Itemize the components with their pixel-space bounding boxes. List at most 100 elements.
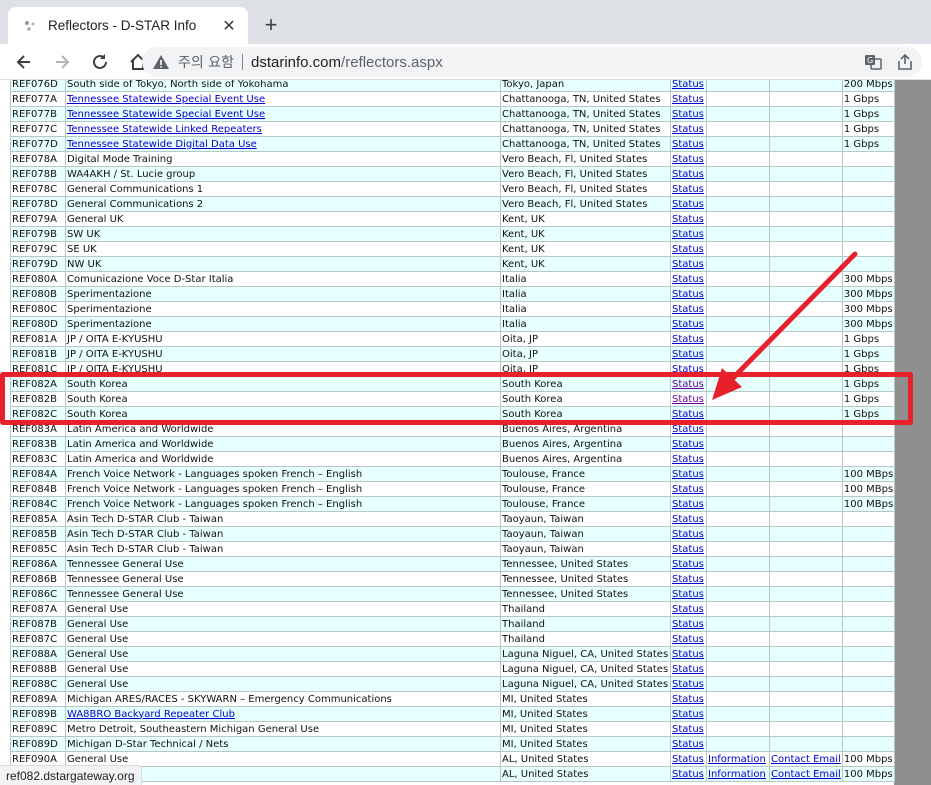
status-link[interactable]: Status (672, 184, 704, 195)
status-link[interactable]: Status (672, 109, 704, 120)
reflector-id: REF077C (10, 121, 66, 137)
reflector-description: Tennessee Statewide Special Event Use (65, 106, 501, 122)
contact-email (769, 556, 843, 572)
status-link[interactable]: Status (672, 169, 704, 180)
status-link[interactable]: Status (672, 364, 704, 375)
status-bar-url: ref082.dstargateway.org (0, 765, 142, 785)
status-link[interactable]: Status (672, 544, 704, 555)
status-link[interactable]: Status (672, 409, 704, 420)
url-text[interactable]: dstarinfo.com/reflectors.aspx (251, 54, 443, 71)
status-link[interactable]: Status (672, 724, 704, 735)
information-link[interactable]: Information (708, 754, 766, 765)
contact-email-link[interactable]: Contact Email (771, 754, 841, 765)
status: Status (670, 631, 707, 647)
status-link[interactable]: Status (672, 259, 704, 270)
table-row: REF079B SW UK Kent, UK Status (10, 226, 896, 242)
status-link[interactable]: Status (672, 139, 704, 150)
status-link[interactable]: Status (672, 199, 704, 210)
contact-email (769, 256, 843, 272)
status: Status (670, 676, 707, 692)
status-link[interactable]: Status (672, 439, 704, 450)
reflector-id: REF081B (10, 346, 66, 362)
bandwidth (841, 616, 896, 632)
status-link[interactable]: Status (672, 319, 704, 330)
address-bar[interactable]: 주의 요함 dstarinfo.com/reflectors.aspx G (142, 47, 922, 77)
contact-email (769, 736, 843, 752)
close-tab-icon[interactable]: ✕ (220, 16, 238, 35)
status: Status (670, 376, 707, 392)
status: Status (670, 181, 707, 197)
information (706, 241, 770, 257)
status-link[interactable]: Status (672, 154, 704, 165)
status-link[interactable]: Status (672, 379, 704, 390)
bandwidth: 100 Mbps (841, 766, 896, 782)
status: Status (670, 391, 707, 407)
status-link[interactable]: Status (672, 394, 704, 405)
contact-email (769, 80, 843, 92)
forward-button[interactable] (46, 46, 78, 78)
translate-icon[interactable]: G (864, 53, 882, 71)
status-link[interactable]: Status (672, 754, 704, 765)
status-link[interactable]: Status (672, 514, 704, 525)
status-link[interactable]: Status (672, 709, 704, 720)
status-link[interactable]: Status (672, 214, 704, 225)
status-link[interactable]: Status (672, 499, 704, 510)
reflector-description-link[interactable]: Tennessee Statewide Digital Data Use (67, 139, 257, 150)
table-row: REF081C JP / OITA E-KYUSHU Oita, JP Status 1… (10, 361, 896, 377)
reflector-description-link[interactable]: WA8BRO Backyard Repeater Club (67, 709, 235, 720)
reflector-description-link[interactable]: Tennessee Statewide Special Event Use (67, 94, 265, 105)
status-link[interactable]: Status (672, 574, 704, 585)
status-link[interactable]: Status (672, 694, 704, 705)
information-link[interactable]: Information (708, 769, 766, 780)
information (706, 616, 770, 632)
bandwidth: 300 Mbps (841, 271, 896, 287)
reflector-description: General Use (65, 646, 501, 662)
reflector-id: REF089D (10, 736, 66, 752)
status-link[interactable]: Status (672, 589, 704, 600)
security-label[interactable]: 주의 요함 (178, 52, 234, 72)
status-link[interactable]: Status (672, 739, 704, 750)
status-link[interactable]: Status (672, 484, 704, 495)
status-link[interactable]: Status (672, 80, 704, 90)
status-link[interactable]: Status (672, 469, 704, 480)
status: Status (670, 721, 707, 737)
reflector-location: South Korea (500, 406, 671, 422)
status-link[interactable]: Status (672, 649, 704, 660)
warning-icon[interactable] (152, 53, 170, 71)
status-link[interactable]: Status (672, 244, 704, 255)
reflector-description-link[interactable]: Tennessee Statewide Special Event Use (67, 109, 265, 120)
status-link[interactable]: Status (672, 274, 704, 285)
status-link[interactable]: Status (672, 769, 704, 780)
new-tab-button[interactable]: + (258, 12, 284, 38)
status-link[interactable]: Status (672, 94, 704, 105)
status-link[interactable]: Status (672, 349, 704, 360)
status-link[interactable]: Status (672, 604, 704, 615)
status-link[interactable]: Status (672, 424, 704, 435)
status-link[interactable]: Status (672, 304, 704, 315)
reflector-id: REF088B (10, 661, 66, 677)
status-link[interactable]: Status (672, 289, 704, 300)
status-link[interactable]: Status (672, 634, 704, 645)
reload-button[interactable] (84, 46, 116, 78)
status-link[interactable]: Status (672, 559, 704, 570)
tab-reflectors[interactable]: Reflectors - D-STAR Info ✕ (8, 7, 248, 44)
reflector-location: Vero Beach, Fl, United States (500, 151, 671, 167)
information (706, 121, 770, 137)
status-link[interactable]: Status (672, 229, 704, 240)
status-link[interactable]: Status (672, 664, 704, 675)
reflector-location: Thailand (500, 601, 671, 617)
reflector-location: Buenos Aires, Argentina (500, 451, 671, 467)
share-icon[interactable] (896, 53, 914, 71)
status-link[interactable]: Status (672, 334, 704, 345)
reflector-description-link[interactable]: Tennessee Statewide Linked Repeaters (67, 124, 262, 135)
back-button[interactable] (8, 46, 40, 78)
reflector-location: Laguna Niguel, CA, United States (500, 646, 671, 662)
status-link[interactable]: Status (672, 454, 704, 465)
reflector-id: REF078B (10, 166, 66, 182)
status-link[interactable]: Status (672, 679, 704, 690)
contact-email-link[interactable]: Contact Email (771, 769, 841, 780)
contact-email (769, 136, 843, 152)
status-link[interactable]: Status (672, 529, 704, 540)
status-link[interactable]: Status (672, 619, 704, 630)
status-link[interactable]: Status (672, 124, 704, 135)
